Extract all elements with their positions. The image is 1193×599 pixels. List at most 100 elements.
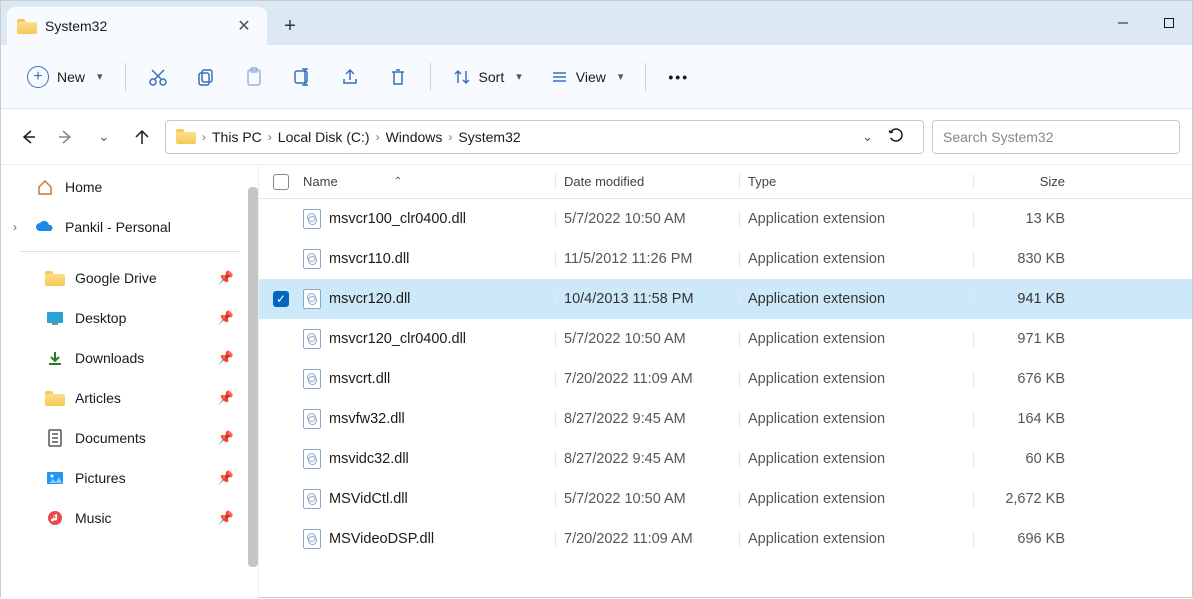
column-header-name[interactable]: Name ⌃ xyxy=(303,174,555,189)
breadcrumb-item[interactable]: This PC xyxy=(212,129,262,145)
table-row[interactable]: msvcr120_clr0400.dll5/7/2022 10:50 AMApp… xyxy=(259,319,1192,359)
more-button[interactable]: ••• xyxy=(656,59,701,95)
column-header-size[interactable]: Size xyxy=(973,174,1077,189)
file-size-cell: 696 KB xyxy=(973,531,1077,547)
dll-file-icon xyxy=(303,409,321,429)
cut-button[interactable] xyxy=(136,59,180,95)
recent-button[interactable]: ⌄ xyxy=(89,122,119,152)
table-row[interactable]: msvidc32.dll8/27/2022 9:45 AMApplication… xyxy=(259,439,1192,479)
sidebar-item-label: Home xyxy=(65,179,102,195)
divider xyxy=(645,63,646,91)
refresh-icon xyxy=(887,126,905,144)
table-row[interactable]: MSVidCtl.dll5/7/2022 10:50 AMApplication… xyxy=(259,479,1192,519)
dll-file-icon xyxy=(303,329,321,349)
close-tab-button[interactable]: ✕ xyxy=(235,17,253,35)
file-date-cell: 7/20/2022 11:09 AM xyxy=(555,371,739,387)
file-date-cell: 8/27/2022 9:45 AM xyxy=(555,451,739,467)
sidebar-item-articles[interactable]: Articles📌 xyxy=(5,382,254,414)
new-tab-button[interactable]: + xyxy=(271,7,309,45)
file-name: MSVideoDSP.dll xyxy=(329,531,434,547)
select-all-checkbox[interactable] xyxy=(273,174,303,190)
divider xyxy=(125,63,126,91)
dll-file-icon xyxy=(303,209,321,229)
table-row[interactable]: msvfw32.dll8/27/2022 9:45 AMApplication … xyxy=(259,399,1192,439)
sidebar-item-google-drive[interactable]: Google Drive📌 xyxy=(5,262,254,294)
column-label: Size xyxy=(1040,174,1065,189)
delete-button[interactable] xyxy=(376,59,420,95)
dll-file-icon xyxy=(303,369,321,389)
sidebar-item-label: Pictures xyxy=(75,470,126,486)
copy-button[interactable] xyxy=(184,59,228,95)
desktop-icon xyxy=(45,309,65,327)
scrollbar-thumb[interactable] xyxy=(248,187,258,567)
sort-button[interactable]: Sort ▾ xyxy=(441,59,534,95)
file-name: msvfw32.dll xyxy=(329,411,405,427)
view-button[interactable]: View ▾ xyxy=(538,59,636,95)
column-header-date[interactable]: Date modified xyxy=(555,174,739,189)
search-box[interactable] xyxy=(932,120,1180,154)
table-row[interactable]: msvcrt.dll7/20/2022 11:09 AMApplication … xyxy=(259,359,1192,399)
file-size-cell: 941 KB xyxy=(973,291,1077,307)
document-icon xyxy=(45,429,65,447)
folder-icon xyxy=(45,269,65,287)
view-label: View xyxy=(576,69,606,85)
sidebar-item-pictures[interactable]: Pictures📌 xyxy=(5,462,254,494)
back-button[interactable] xyxy=(13,122,43,152)
file-type-cell: Application extension xyxy=(739,411,973,427)
arrow-right-icon xyxy=(57,128,75,146)
maximize-button[interactable] xyxy=(1146,1,1192,45)
sidebar-item-documents[interactable]: Documents📌 xyxy=(5,422,254,454)
file-size-cell: 830 KB xyxy=(973,251,1077,267)
sidebar-item-onedrive[interactable]: › Pankil - Personal xyxy=(5,211,254,243)
refresh-button[interactable] xyxy=(879,126,913,147)
chevron-right-icon[interactable]: › xyxy=(13,220,17,234)
file-name-cell: msvcr120_clr0400.dll xyxy=(303,329,555,349)
sort-asc-icon: ⌃ xyxy=(394,176,402,187)
new-label: New xyxy=(57,69,85,85)
tab-active[interactable]: System32 ✕ xyxy=(7,7,267,45)
sort-label: Sort xyxy=(479,69,505,85)
table-row[interactable]: ✓msvcr120.dll10/4/2013 11:58 PMApplicati… xyxy=(259,279,1192,319)
search-input[interactable] xyxy=(943,129,1169,145)
table-row[interactable]: msvcr100_clr0400.dll5/7/2022 10:50 AMApp… xyxy=(259,199,1192,239)
up-button[interactable] xyxy=(127,122,157,152)
home-icon xyxy=(35,178,55,196)
breadcrumb-item[interactable]: Windows xyxy=(386,129,443,145)
file-rows: msvcr100_clr0400.dll5/7/2022 10:50 AMApp… xyxy=(259,199,1192,559)
file-name-cell: msvidc32.dll xyxy=(303,449,555,469)
share-button[interactable] xyxy=(328,59,372,95)
column-header-type[interactable]: Type xyxy=(739,174,973,189)
chevron-down-icon: ▾ xyxy=(97,70,103,83)
sidebar-item-home[interactable]: Home xyxy=(5,171,254,203)
file-name: msvcr120.dll xyxy=(329,291,410,307)
row-checkbox[interactable]: ✓ xyxy=(273,291,303,307)
paste-button[interactable] xyxy=(232,59,276,95)
new-button[interactable]: + New ▾ xyxy=(15,59,115,95)
rename-button[interactable] xyxy=(280,59,324,95)
sidebar-item-label: Articles xyxy=(75,390,121,406)
copy-icon xyxy=(196,67,216,87)
file-name: msvcr110.dll xyxy=(329,251,409,267)
breadcrumb-item[interactable]: System32 xyxy=(458,129,520,145)
column-headers: Name ⌃ Date modified Type Size xyxy=(259,165,1192,199)
pin-icon: 📌 xyxy=(218,270,234,286)
table-row[interactable]: msvcr110.dll11/5/2012 11:26 PMApplicatio… xyxy=(259,239,1192,279)
file-date-cell: 5/7/2022 10:50 AM xyxy=(555,211,739,227)
sidebar-item-desktop[interactable]: Desktop📌 xyxy=(5,302,254,334)
breadcrumb-item[interactable]: Local Disk (C:) xyxy=(278,129,370,145)
table-row[interactable]: MSVideoDSP.dll7/20/2022 11:09 AMApplicat… xyxy=(259,519,1192,559)
window-controls xyxy=(1100,1,1192,45)
address-bar[interactable]: › This PC › Local Disk (C:) › Windows › … xyxy=(165,120,924,154)
file-date-cell: 11/5/2012 11:26 PM xyxy=(555,251,739,267)
dll-file-icon xyxy=(303,289,321,309)
sidebar-item-music[interactable]: Music📌 xyxy=(5,502,254,534)
arrow-up-icon xyxy=(133,128,151,146)
list-icon xyxy=(550,68,568,86)
sidebar-item-downloads[interactable]: Downloads📌 xyxy=(5,342,254,374)
address-dropdown-button[interactable]: ⌄ xyxy=(862,129,873,145)
file-date-cell: 7/20/2022 11:09 AM xyxy=(555,531,739,547)
forward-button[interactable] xyxy=(51,122,81,152)
minimize-button[interactable] xyxy=(1100,1,1146,45)
pin-icon: 📌 xyxy=(218,310,234,326)
file-type-cell: Application extension xyxy=(739,451,973,467)
